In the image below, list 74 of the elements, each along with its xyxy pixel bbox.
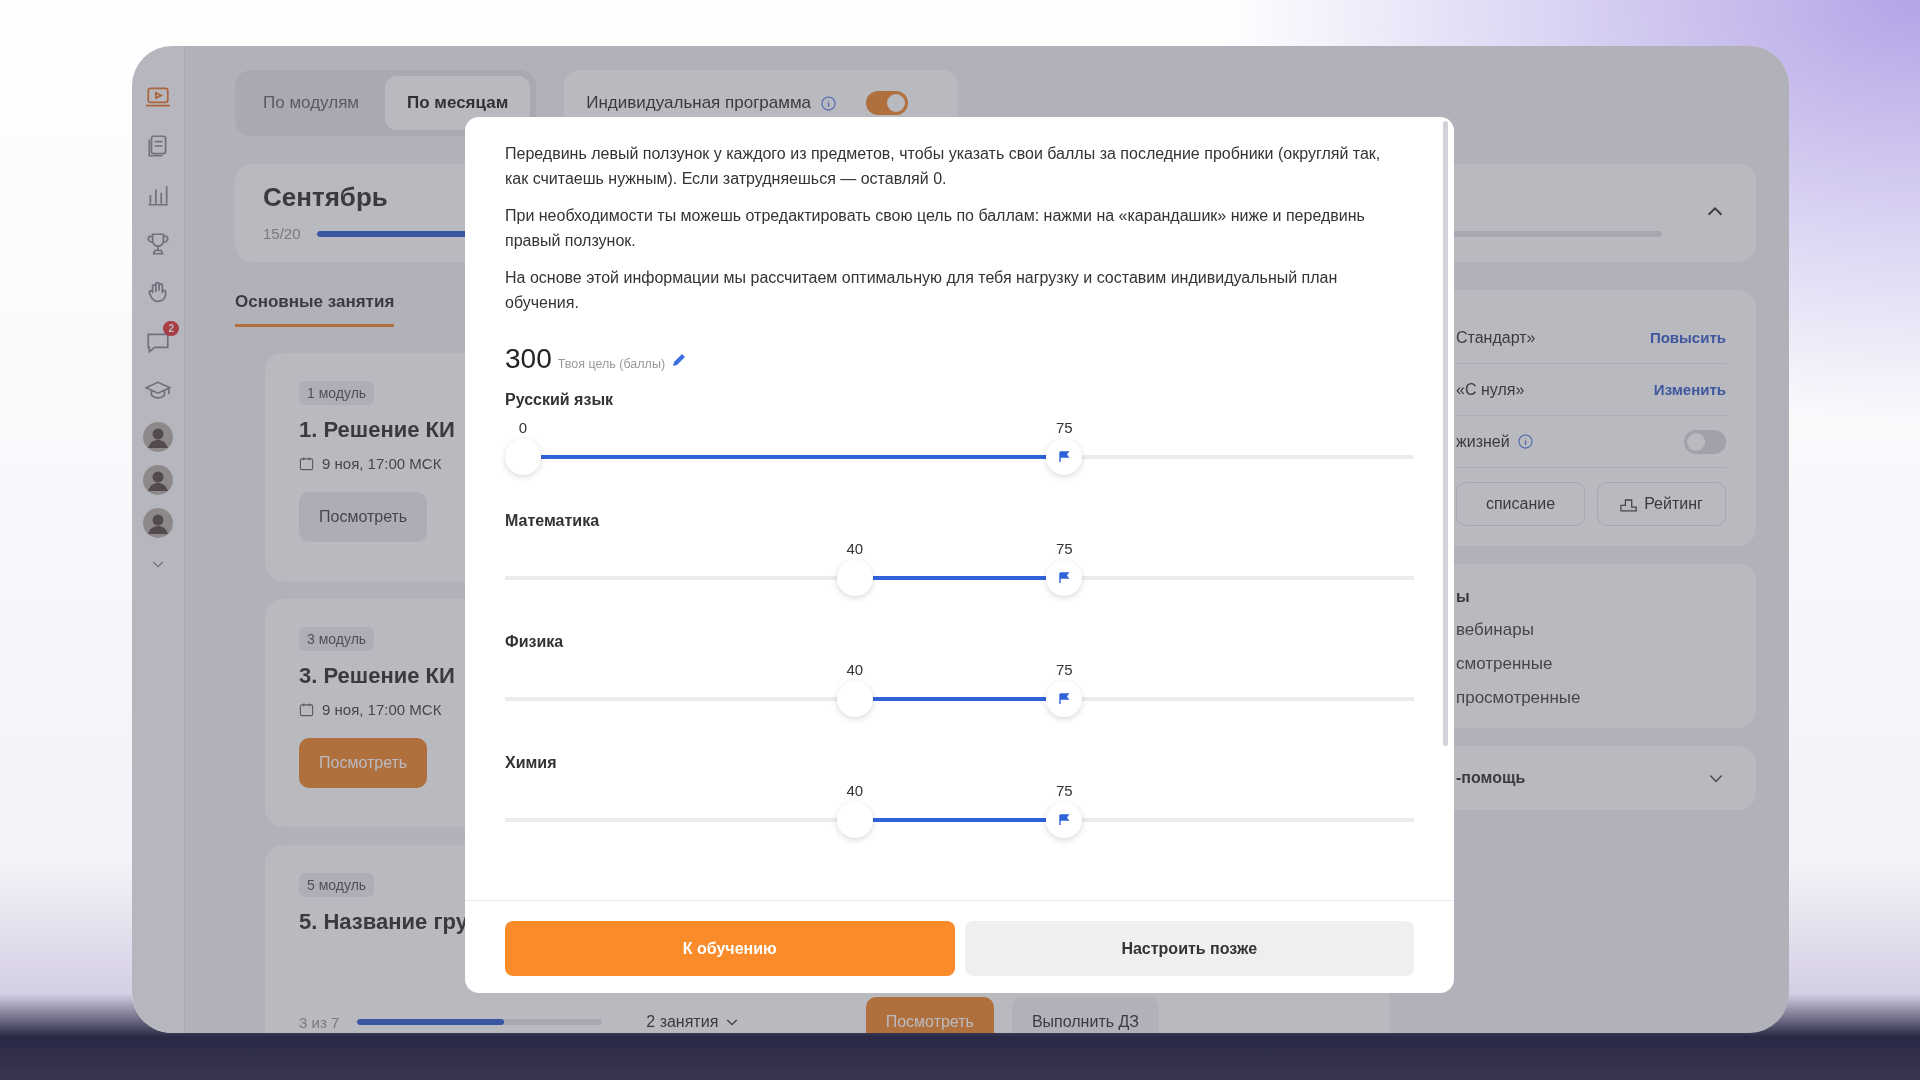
flag-icon (1058, 814, 1071, 826)
calendar-icon (299, 702, 314, 717)
calendar-icon (299, 456, 314, 471)
podium-icon (1620, 496, 1639, 512)
lives-label: жизней (1456, 432, 1510, 451)
flag-icon (1058, 693, 1071, 705)
scrollbar[interactable] (1443, 121, 1448, 746)
flag-icon (1058, 572, 1071, 584)
avatar-icon[interactable] (143, 465, 173, 495)
webinar-filter[interactable]: смотренные (1456, 654, 1726, 674)
rating-button[interactable]: Рейтинг (1597, 482, 1726, 526)
tariff-label: «С нуля» (1456, 380, 1525, 399)
toggle-switch[interactable] (866, 91, 909, 115)
tariff-link[interactable]: Повысить (1649, 329, 1726, 346)
current-score: 40 (845, 540, 865, 557)
instruction-text: Передвинь левый ползунок у каждого из предметов, чтобы указать свои баллы за последние пробники (округляй так, как считаешь нужным). Если затрудняешься — оставляй 0. (505, 144, 1382, 189)
target-thumb[interactable] (1046, 439, 1083, 475)
target-score: 75 (1054, 661, 1074, 678)
subject-name: Математика (505, 512, 601, 530)
target-score: 75 (1054, 782, 1074, 799)
flag-icon (1058, 451, 1071, 463)
module-date: 9 ноя, 17:00 МСК (322, 455, 442, 472)
module-title: 1. Решение КИ (299, 417, 455, 443)
webinar-filter[interactable]: просмотренные (1456, 688, 1726, 708)
month-title: Сентябрь (263, 182, 389, 213)
goal-score: 300 (505, 343, 552, 375)
avatar-icon[interactable] (143, 508, 173, 538)
schedule-button[interactable]: списание (1456, 482, 1585, 526)
target-thumb[interactable] (1046, 802, 1083, 838)
progress-count: 15/20 (263, 225, 301, 242)
view-tab[interactable]: По месяцам (385, 76, 531, 130)
current-score: 0 (517, 419, 529, 436)
later-button[interactable]: Настроить позже (964, 921, 1414, 976)
goal-label: Твоя цель (баллы) (557, 357, 666, 371)
video-lesson-icon[interactable] (145, 84, 171, 110)
target-thumb[interactable] (1046, 560, 1083, 596)
info-icon[interactable] (1517, 434, 1533, 449)
avatar-icon[interactable] (143, 422, 173, 452)
current-score: 40 (845, 661, 865, 678)
progress-count: 3 из 7 (299, 1013, 340, 1031)
module-date: 9 ноя, 17:00 МСК (322, 701, 442, 718)
trophy-icon[interactable] (145, 231, 171, 257)
instruction-text: При необходимости ты можешь отредактировать свою цель по баллам: нажми на «карандашик» ниже и передвинь правый ползунок. (505, 206, 1366, 251)
pencil-icon[interactable] (671, 352, 688, 368)
target-score: 75 (1054, 540, 1074, 557)
module-label: 1 модуль (299, 381, 375, 405)
slider-thumb[interactable] (836, 681, 873, 717)
tariff-label: Стандарт» (1456, 328, 1536, 347)
module-label: 5 модуль (299, 873, 375, 897)
slider-thumb[interactable] (836, 802, 873, 838)
homework-button[interactable]: Выполнить ДЗ (1011, 997, 1159, 1033)
view-button[interactable]: Посмотреть (299, 492, 428, 542)
program-label: Индивидуальная программа (586, 93, 812, 113)
instruction-text: На основе этой информации мы рассчитаем оптимальную для тебя нагрузку и составим индивидуальный план обучения. (505, 268, 1339, 313)
target-score: 75 (1054, 419, 1074, 436)
current-score: 40 (845, 782, 865, 799)
slider-thumb[interactable] (836, 560, 873, 596)
module-title: 3. Решение КИ (299, 663, 455, 689)
webinars-heading: ы (1456, 588, 1471, 606)
help-title: -помощь (1456, 769, 1526, 787)
subject-name: Химия (505, 754, 558, 772)
subject-name: Русский язык (505, 391, 615, 409)
webinar-filter[interactable]: вебинары (1456, 620, 1726, 640)
tariff-link[interactable]: Изменить (1653, 381, 1726, 398)
slider-thumb[interactable] (505, 439, 541, 475)
notification-badge: 2 (163, 321, 179, 336)
view-tab[interactable]: По модулям (241, 76, 382, 130)
target-thumb[interactable] (1046, 681, 1083, 717)
lessons-tab[interactable]: Основные занятия (235, 290, 395, 327)
subject-name: Физика (505, 633, 565, 651)
module-label: 3 модуль (299, 627, 375, 651)
lessons-dropdown[interactable]: 2 занятия (640, 1012, 747, 1032)
info-icon[interactable] (821, 95, 837, 111)
toggle-switch[interactable] (1684, 429, 1726, 454)
